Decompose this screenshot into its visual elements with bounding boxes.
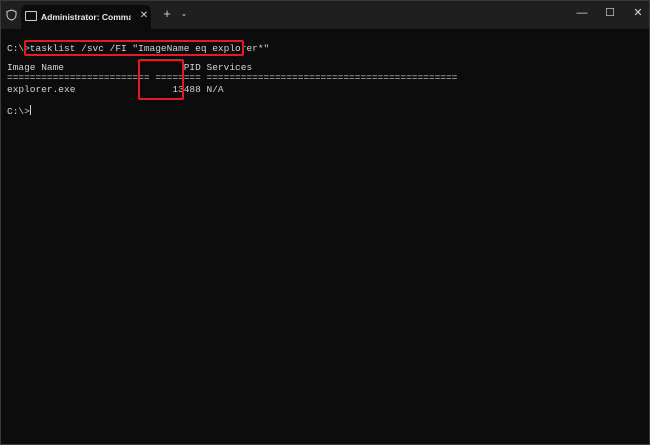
shield-icon (6, 9, 17, 21)
console-output[interactable]: C:\>tasklist /svc /FI "ImageName eq expl… (7, 40, 643, 436)
text-cursor (29, 105, 31, 115)
tab-title: Administrator: Command Pro (41, 12, 131, 22)
chevron-down-icon[interactable]: ⌄ (179, 7, 189, 21)
terminal-window: Administrator: Command Pro ✕ + ⌄ — ☐ ✕ C… (0, 0, 650, 445)
tab-command-prompt[interactable]: Administrator: Command Pro ✕ (21, 5, 151, 29)
maximize-button[interactable]: ☐ (599, 5, 621, 21)
table-separator: ========================= ======== =====… (7, 72, 458, 83)
minimize-button[interactable]: — (571, 5, 593, 21)
terminal-icon (25, 11, 37, 21)
table-row: explorer.exe 13488 N/A (7, 84, 224, 95)
tab-close-icon[interactable]: ✕ (139, 10, 149, 22)
title-bar: Administrator: Command Pro ✕ + ⌄ — ☐ ✕ (1, 1, 649, 29)
command-highlight-box (24, 40, 244, 56)
pid-highlight-box (138, 59, 184, 100)
new-tab-button[interactable]: + (161, 7, 173, 21)
prompt-text: C:\> (7, 106, 30, 117)
close-button[interactable]: ✕ (627, 5, 649, 21)
prompt-line: C:\> (7, 105, 31, 117)
